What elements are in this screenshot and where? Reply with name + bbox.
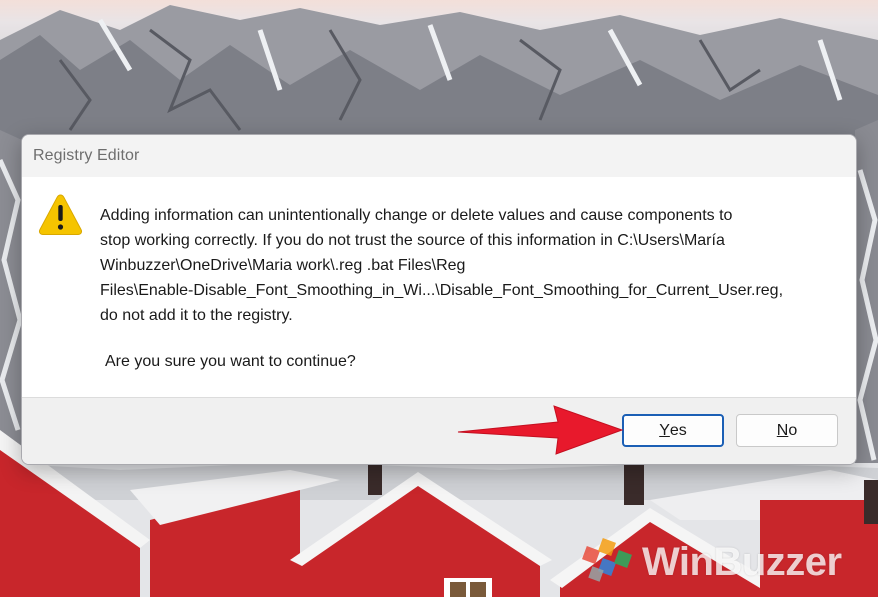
red-arrow-icon [457, 405, 624, 455]
registry-editor-dialog: Registry Editor Adding information can u… [21, 134, 857, 465]
warning-message: Adding information can unintentionally c… [100, 207, 784, 324]
mountain-rock [0, 5, 878, 140]
yes-accel: Y [659, 421, 670, 439]
dialog-titlebar[interactable]: Registry Editor [22, 135, 856, 177]
dialog-title: Registry Editor [33, 147, 140, 164]
winbuzzer-watermark: WinBuzzer [642, 540, 842, 584]
confirm-question: Are you sure you want to continue? [105, 353, 356, 370]
warning-icon [38, 194, 83, 235]
left-cliff [0, 130, 23, 470]
dialog-footer: Yes No [22, 397, 856, 464]
yes-label: es [669, 421, 687, 439]
no-button[interactable]: No [736, 414, 838, 447]
dialog-content: Adding information can unintentionally c… [22, 177, 856, 397]
no-label: o [788, 421, 798, 439]
no-accel: N [776, 421, 789, 439]
desktop: WinBuzzer Registry Editor Adding informa… [0, 0, 878, 597]
yes-button[interactable]: Yes [622, 414, 724, 447]
